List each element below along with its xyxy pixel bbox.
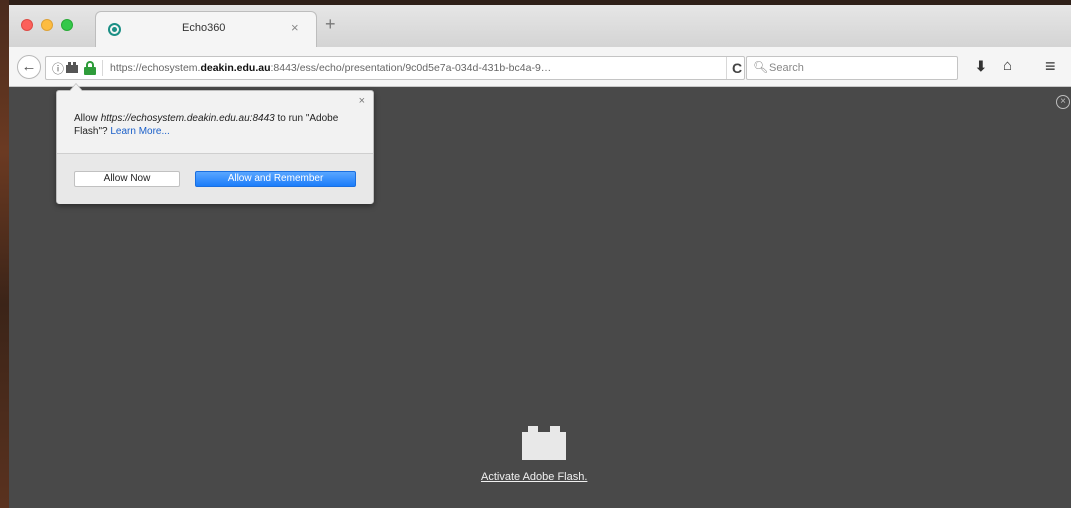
popup-message: Allow https://echosystem.deakin.edu.au:8… xyxy=(74,113,339,137)
url-separator xyxy=(102,60,103,76)
new-tab-button[interactable]: + xyxy=(325,15,336,33)
flash-permission-popup: × Allow https://echosystem.deakin.edu.au… xyxy=(56,83,374,204)
info-icon[interactable]: ⓘ xyxy=(52,60,64,77)
close-icon[interactable]: × xyxy=(1056,95,1070,109)
plugin-icon[interactable] xyxy=(66,61,78,73)
zoom-window-button[interactable] xyxy=(61,19,73,31)
tab-title: Echo360 xyxy=(182,22,226,34)
tab-strip: Echo360 × + xyxy=(9,5,1071,47)
popup-close-icon[interactable]: × xyxy=(359,95,365,107)
lock-icon[interactable] xyxy=(84,61,96,75)
tab-echo360[interactable]: Echo360 × xyxy=(95,11,317,47)
minimize-window-button[interactable] xyxy=(41,19,53,31)
url-bar[interactable]: ⓘ https://echosystem.deakin.edu.au:8443/… xyxy=(45,56,745,80)
menu-icon[interactable]: ≡ xyxy=(1045,56,1056,77)
home-icon[interactable]: ⌂ xyxy=(1003,57,1012,74)
allow-now-button[interactable]: Allow Now xyxy=(74,171,180,187)
activate-flash-link[interactable]: Activate Adobe Flash. xyxy=(481,471,587,483)
plugin-placeholder-icon[interactable] xyxy=(522,426,566,460)
desktop-background xyxy=(0,0,9,508)
browser-window: Echo360 × + ← ⓘ https://echosystem.deaki… xyxy=(9,5,1071,508)
back-button[interactable]: ← xyxy=(17,55,41,79)
search-icon: 🔍︎ xyxy=(753,60,769,74)
allow-and-remember-button[interactable]: Allow and Remember xyxy=(195,171,356,187)
search-placeholder: Search xyxy=(769,62,804,74)
popup-footer: Allow Now Allow and Remember xyxy=(57,153,373,204)
close-window-button[interactable] xyxy=(21,19,33,31)
reload-button[interactable]: C xyxy=(726,57,747,79)
learn-more-link[interactable]: Learn More... xyxy=(110,126,169,137)
navigation-toolbar: ← ⓘ https://echosystem.deakin.edu.au:844… xyxy=(9,47,1071,87)
tab-close-icon[interactable]: × xyxy=(291,20,299,35)
echo360-favicon-icon xyxy=(108,23,121,36)
url-text[interactable]: https://echosystem.deakin.edu.au:8443/es… xyxy=(110,62,670,74)
download-icon[interactable]: ⬇︎ xyxy=(975,58,987,75)
search-input[interactable]: 🔍︎ Search xyxy=(746,56,958,80)
